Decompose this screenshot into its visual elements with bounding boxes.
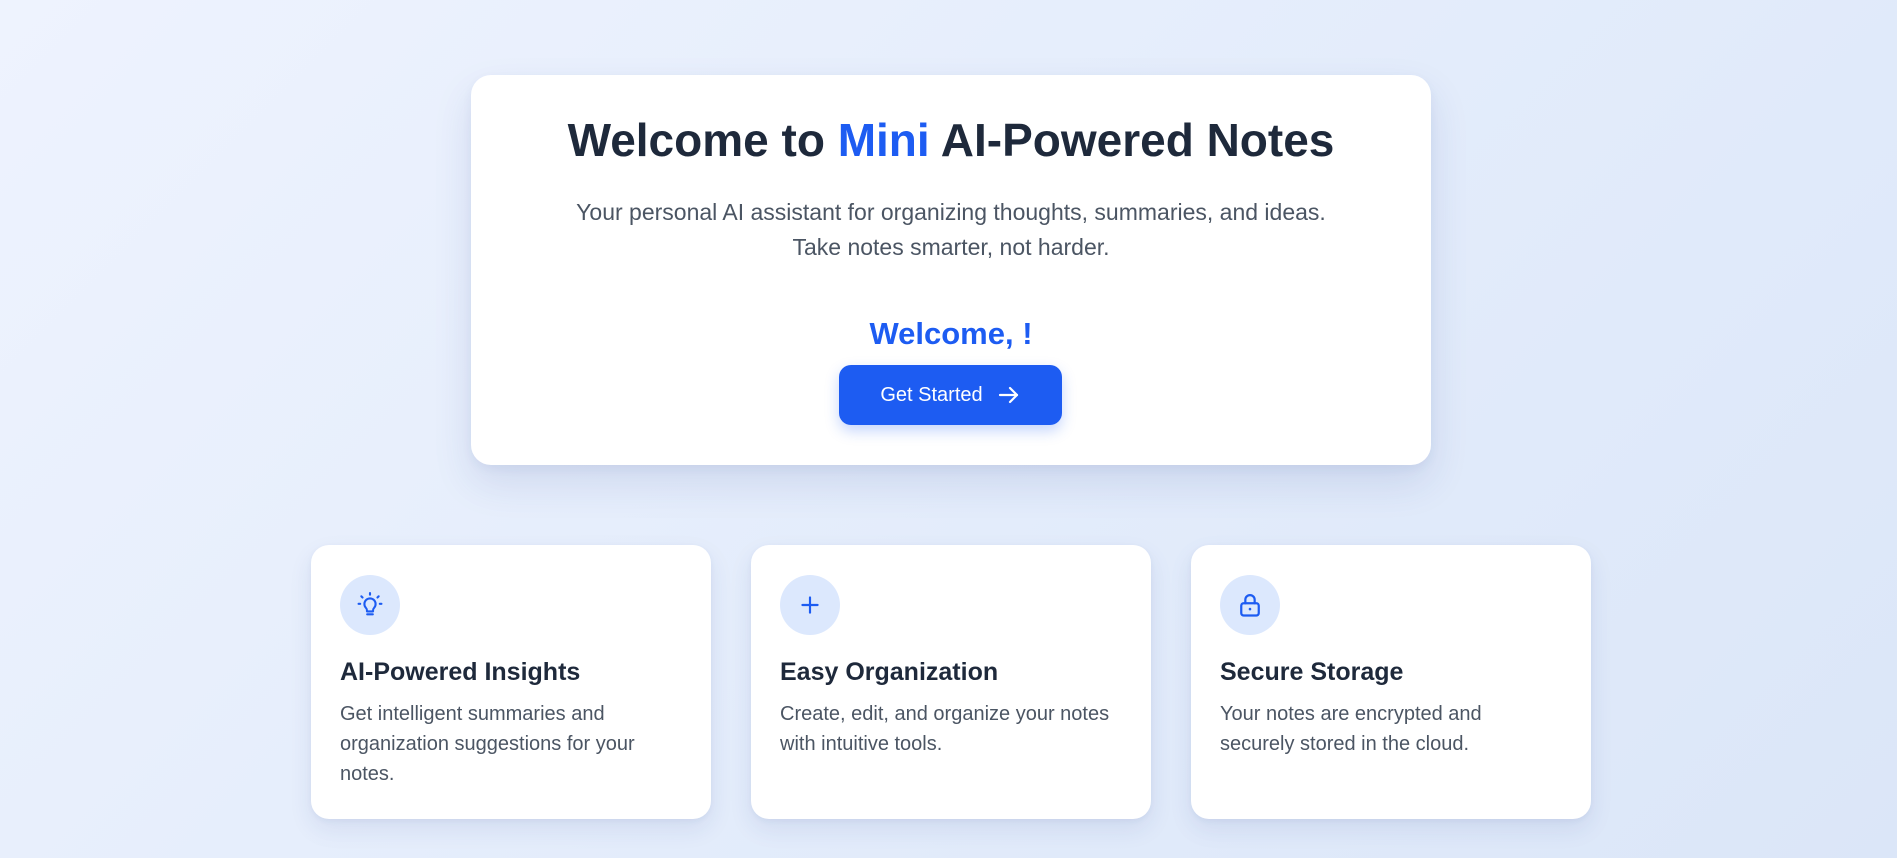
feature-title: Easy Organization	[780, 658, 999, 686]
feature-description: Your notes are encrypted and securely st…	[1220, 703, 1482, 755]
feature-card-ai-insights: AI-Powered Insights Get intelligent summ…	[311, 545, 711, 819]
feature-description: Create, edit, and organize your notes wi…	[780, 703, 1110, 755]
hero-subtitle: Your personal AI assistant for organizin…	[576, 199, 1326, 260]
feature-title: AI-Powered Insights	[340, 658, 581, 686]
title-suffix: AI-Powered Notes	[929, 114, 1335, 166]
page-title: Welcome to Mini AI-Powered Notes	[471, 113, 1431, 168]
feature-card-secure-storage: Secure Storage Your notes are encrypted …	[1191, 545, 1591, 819]
get-started-label: Get Started	[880, 383, 983, 406]
get-started-button[interactable]: Get Started	[839, 365, 1062, 425]
welcome-user-text: Welcome, !	[869, 316, 1033, 351]
hero-card: Welcome to Mini AI-Powered Notes Your pe…	[471, 75, 1431, 465]
title-prefix: Welcome to	[567, 114, 838, 166]
title-accent: Mini	[837, 114, 930, 166]
lock-icon	[1220, 575, 1280, 635]
arrow-right-icon	[997, 383, 1021, 407]
plus-icon	[780, 575, 840, 635]
feature-title: Secure Storage	[1220, 658, 1404, 686]
lightbulb-icon	[340, 575, 400, 635]
feature-description: Get intelligent summaries and organizati…	[340, 703, 635, 785]
feature-card-easy-organization: Easy Organization Create, edit, and orga…	[751, 545, 1151, 819]
